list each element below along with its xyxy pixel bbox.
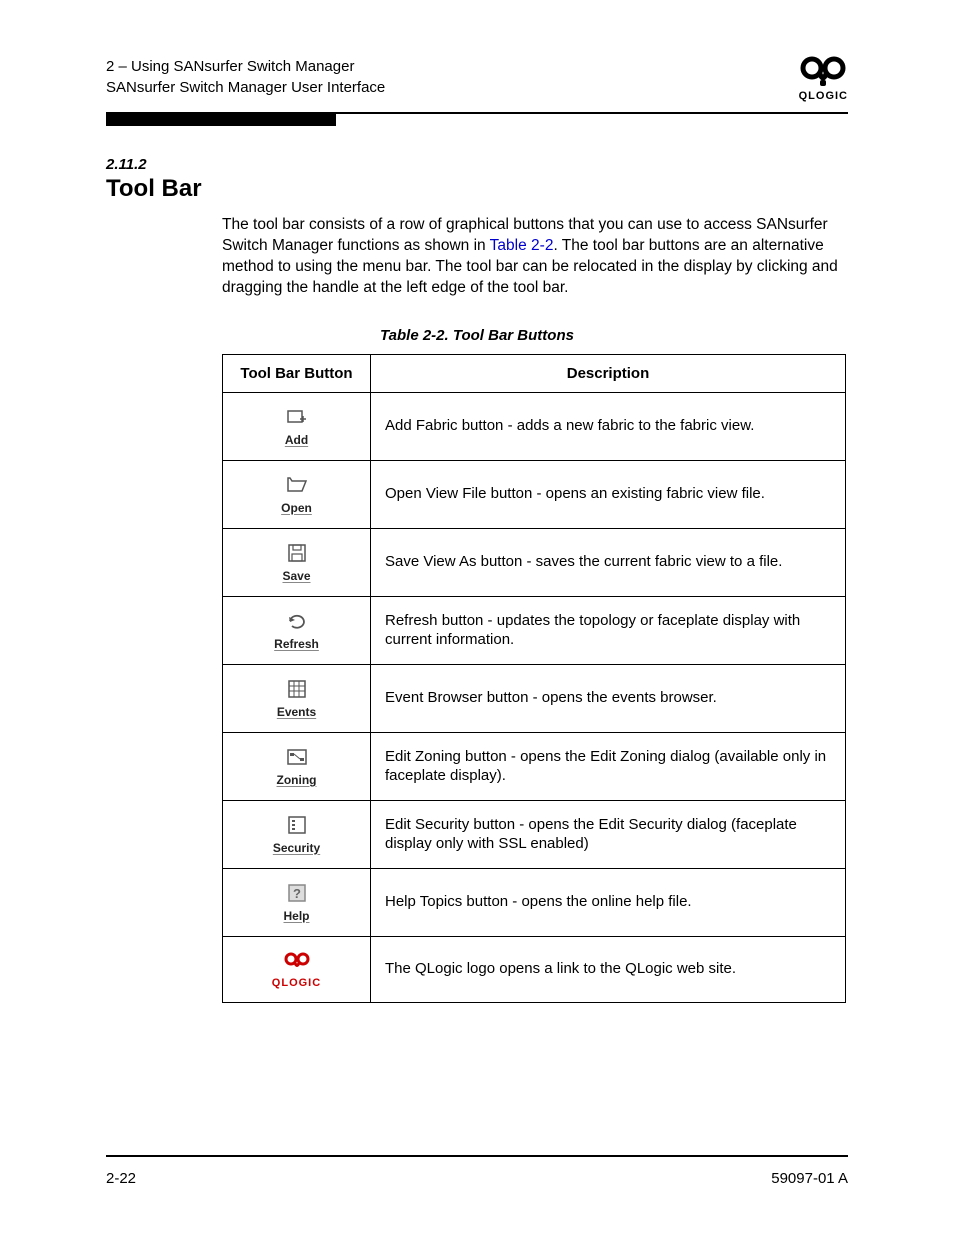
add-button-label: Add xyxy=(269,433,325,447)
qlogic-logo: QLOGIC xyxy=(799,56,848,102)
table-row: Refresh Refresh button - updates the top… xyxy=(223,596,846,664)
help-button[interactable]: ? Help xyxy=(269,881,325,923)
refresh-button-label: Refresh xyxy=(269,637,325,651)
help-question-icon: ? xyxy=(269,881,325,905)
refresh-button[interactable]: Refresh xyxy=(269,609,325,651)
security-icon xyxy=(269,813,325,837)
table-row: Add Add Fabric button - adds a new fabri… xyxy=(223,392,846,460)
table-caption: Table 2-2. Tool Bar Buttons xyxy=(106,327,848,344)
page-footer: 2-22 59097-01 A xyxy=(106,1170,848,1187)
add-icon xyxy=(269,405,325,429)
toolbar-buttons-table: Tool Bar Button Description Add Add Fabr… xyxy=(222,354,846,1003)
table-header-button: Tool Bar Button xyxy=(223,354,371,392)
events-description: Event Browser button - opens the events … xyxy=(371,664,846,732)
table-header-description: Description xyxy=(371,354,846,392)
help-button-label: Help xyxy=(269,909,325,923)
refresh-description: Refresh button - updates the topology or… xyxy=(371,596,846,664)
zoning-button[interactable]: Zoning xyxy=(269,745,325,787)
section-number: 2.11.2 xyxy=(106,156,848,173)
zoning-description: Edit Zoning button - opens the Edit Zoni… xyxy=(371,732,846,800)
open-description: Open View File button - opens an existin… xyxy=(371,460,846,528)
qlogic-link-button[interactable]: QLOGIC xyxy=(269,949,325,989)
security-button-label: Security xyxy=(269,841,325,855)
save-disk-icon xyxy=(269,541,325,565)
zoning-button-label: Zoning xyxy=(269,773,325,787)
events-button-label: Events xyxy=(269,705,325,719)
section-body: The tool bar consists of a row of graphi… xyxy=(222,215,848,299)
section-title: Tool Bar xyxy=(106,175,848,203)
zoning-icon xyxy=(269,745,325,769)
table-ref-link[interactable]: Table 2-2 xyxy=(490,237,554,254)
table-row: Zoning Edit Zoning button - opens the Ed… xyxy=(223,732,846,800)
refresh-icon xyxy=(269,609,325,633)
events-button[interactable]: Events xyxy=(269,677,325,719)
table-row: Save Save View As button - saves the cur… xyxy=(223,528,846,596)
qlogic-link-label: QLOGIC xyxy=(269,977,325,989)
table-row: Events Event Browser button - opens the … xyxy=(223,664,846,732)
add-button[interactable]: Add xyxy=(269,405,325,447)
footer-doc-id: 59097-01 A xyxy=(771,1170,848,1187)
events-grid-icon xyxy=(269,677,325,701)
table-row: QLOGIC The QLogic logo opens a link to t… xyxy=(223,936,846,1002)
header-line-2: SANsurfer Switch Manager User Interface xyxy=(106,77,385,98)
header-line-1: 2 – Using SANsurfer Switch Manager xyxy=(106,56,385,77)
table-row: Open Open View File button - opens an ex… xyxy=(223,460,846,528)
security-description: Edit Security button - opens the Edit Se… xyxy=(371,800,846,868)
qlogic-description: The QLogic logo opens a link to the QLog… xyxy=(371,936,846,1002)
add-description: Add Fabric button - adds a new fabric to… xyxy=(371,392,846,460)
open-button[interactable]: Open xyxy=(269,473,325,515)
save-description: Save View As button - saves the current … xyxy=(371,528,846,596)
save-button-label: Save xyxy=(269,569,325,583)
qlogic-logo-icon xyxy=(800,56,846,88)
page-header: 2 – Using SANsurfer Switch Manager SANsu… xyxy=(106,56,848,102)
table-row: Security Edit Security button - opens th… xyxy=(223,800,846,868)
table-row: ? Help Help Topics button - opens the on… xyxy=(223,868,846,936)
header-rule xyxy=(106,112,848,114)
help-description: Help Topics button - opens the online he… xyxy=(371,868,846,936)
security-button[interactable]: Security xyxy=(269,813,325,855)
qlogic-small-icon xyxy=(269,949,325,973)
footer-rule xyxy=(106,1155,848,1157)
footer-page-number: 2-22 xyxy=(106,1170,136,1187)
open-button-label: Open xyxy=(269,501,325,515)
save-button[interactable]: Save xyxy=(269,541,325,583)
svg-text:?: ? xyxy=(293,886,301,901)
open-folder-icon xyxy=(269,473,325,497)
qlogic-logo-label: QLOGIC xyxy=(799,90,848,102)
